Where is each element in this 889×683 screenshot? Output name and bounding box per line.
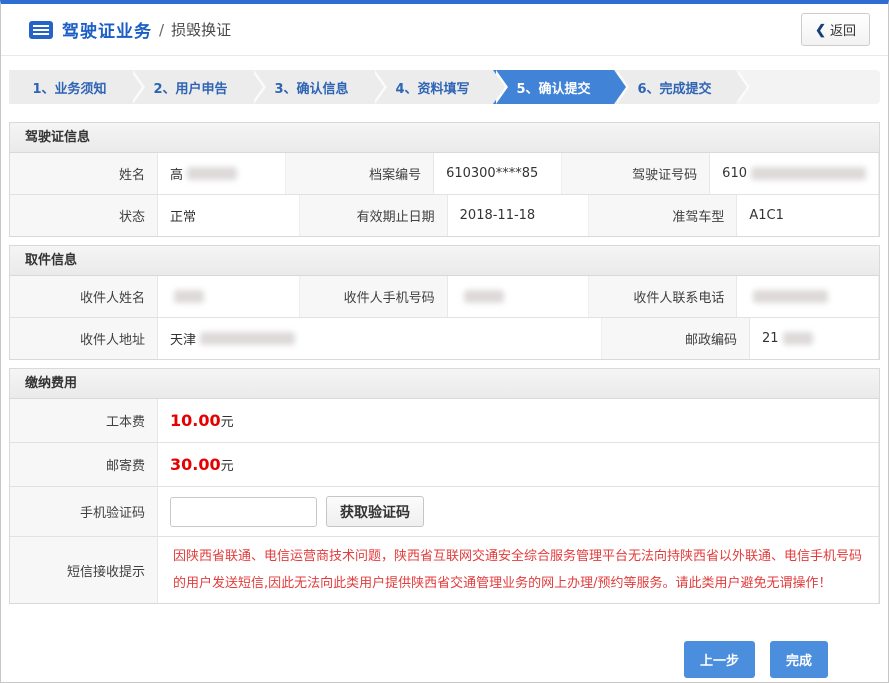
name-value: 高 bbox=[158, 153, 286, 194]
production-fee-value: 10.00元 bbox=[158, 399, 879, 442]
vehicle-class-label: 准驾车型 bbox=[589, 195, 737, 236]
breadcrumb-separator: / bbox=[159, 21, 164, 39]
recipient-mobile-label: 收件人手机号码 bbox=[300, 276, 448, 317]
step-5-confirm-submit-active: 5、确认提交 bbox=[493, 70, 614, 104]
step-label: 3、确认信息 bbox=[274, 78, 348, 97]
section-title: 驾驶证信息 bbox=[10, 123, 879, 153]
license-card-icon bbox=[29, 21, 53, 39]
step-label: 2、用户申告 bbox=[153, 78, 227, 97]
status-value: 正常 bbox=[158, 195, 300, 236]
redacted-value bbox=[783, 332, 813, 345]
expiry-value: 2018-11-18 bbox=[448, 195, 590, 236]
finish-button[interactable]: 完成 bbox=[770, 641, 828, 678]
production-fee-label: 工本费 bbox=[10, 399, 158, 442]
license-no-label: 驾驶证号码 bbox=[562, 153, 710, 194]
postal-code-label: 邮政编码 bbox=[602, 318, 750, 359]
step-3-confirm-info: 3、确认信息 bbox=[251, 70, 372, 104]
postage-fee-value: 30.00元 bbox=[158, 443, 879, 486]
get-sms-code-button[interactable]: 获取验证码 bbox=[326, 496, 424, 527]
recipient-name-value bbox=[158, 276, 300, 317]
recipient-name-label: 收件人姓名 bbox=[10, 276, 158, 317]
sms-notice-label: 短信接收提示 bbox=[10, 537, 158, 603]
recipient-phone-value bbox=[737, 276, 879, 317]
expiry-label: 有效期止日期 bbox=[300, 195, 448, 236]
sms-code-label: 手机验证码 bbox=[10, 487, 158, 536]
recipient-address-label: 收件人地址 bbox=[10, 318, 158, 359]
postage-fee-label: 邮寄费 bbox=[10, 443, 158, 486]
section-license-info: 驾驶证信息 姓名 高 档案编号 610300****85 驾驶证号码 610 状… bbox=[9, 122, 880, 237]
license-no-value: 610 bbox=[710, 153, 879, 194]
back-button[interactable]: ❮ 返回 bbox=[801, 13, 870, 46]
vehicle-class-value: A1C1 bbox=[737, 195, 879, 236]
name-label: 姓名 bbox=[10, 153, 158, 194]
previous-step-button[interactable]: 上一步 bbox=[684, 641, 755, 678]
status-label: 状态 bbox=[10, 195, 158, 236]
step-6-complete-submit: 6、完成提交 bbox=[614, 70, 735, 104]
back-button-label: 返回 bbox=[830, 20, 856, 39]
step-label: 6、完成提交 bbox=[637, 78, 711, 97]
section-pickup-info: 取件信息 收件人姓名 收件人手机号码 收件人联系电话 收件人地址 天津 邮政编码… bbox=[9, 245, 880, 360]
header: 驾驶证业务 / 损毁换证 ❮ 返回 bbox=[1, 4, 888, 56]
step-label: 5、确认提交 bbox=[516, 78, 590, 97]
sms-code-input[interactable] bbox=[170, 497, 317, 527]
redacted-value bbox=[187, 167, 237, 180]
step-2-user-declaration: 2、用户申告 bbox=[130, 70, 251, 104]
page-title: 驾驶证业务 bbox=[62, 17, 152, 42]
file-no-label: 档案编号 bbox=[286, 153, 434, 194]
redacted-value bbox=[751, 167, 866, 180]
breadcrumb-current: 损毁换证 bbox=[171, 19, 231, 40]
redacted-value bbox=[200, 332, 295, 345]
recipient-mobile-value bbox=[448, 276, 590, 317]
postal-code-value: 21 bbox=[750, 318, 879, 359]
redacted-value bbox=[464, 290, 504, 303]
recipient-phone-label: 收件人联系电话 bbox=[589, 276, 737, 317]
step-label: 4、资料填写 bbox=[395, 78, 469, 97]
section-title: 缴纳费用 bbox=[10, 369, 879, 399]
section-fees: 缴纳费用 工本费 10.00元 邮寄费 30.00元 手机验证码 获取验证码 短… bbox=[9, 368, 880, 604]
recipient-address-value: 天津 bbox=[158, 318, 602, 359]
page: 驾驶证业务 / 损毁换证 ❮ 返回 1、业务须知 2、用户申告 3、确认信息 4… bbox=[0, 0, 889, 683]
step-1-business-notice: 1、业务须知 bbox=[9, 70, 130, 104]
file-no-value: 610300****85 bbox=[434, 153, 562, 194]
step-bar-filler bbox=[735, 70, 880, 104]
step-label: 1、业务须知 bbox=[32, 78, 106, 97]
redacted-value bbox=[174, 290, 204, 303]
step-4-fill-data: 4、资料填写 bbox=[372, 70, 493, 104]
chevron-left-icon: ❮ bbox=[815, 22, 826, 38]
footer-actions: 上一步 完成 bbox=[1, 641, 828, 678]
sms-notice-text: 因陕西省联通、电信运营商技术问题，陕西省互联网交通安全综合服务管理平台无法向持陕… bbox=[170, 537, 866, 603]
step-progress-bar: 1、业务须知 2、用户申告 3、确认信息 4、资料填写 5、确认提交 6、完成提… bbox=[9, 70, 880, 104]
section-title: 取件信息 bbox=[10, 246, 879, 276]
redacted-value bbox=[753, 290, 828, 303]
